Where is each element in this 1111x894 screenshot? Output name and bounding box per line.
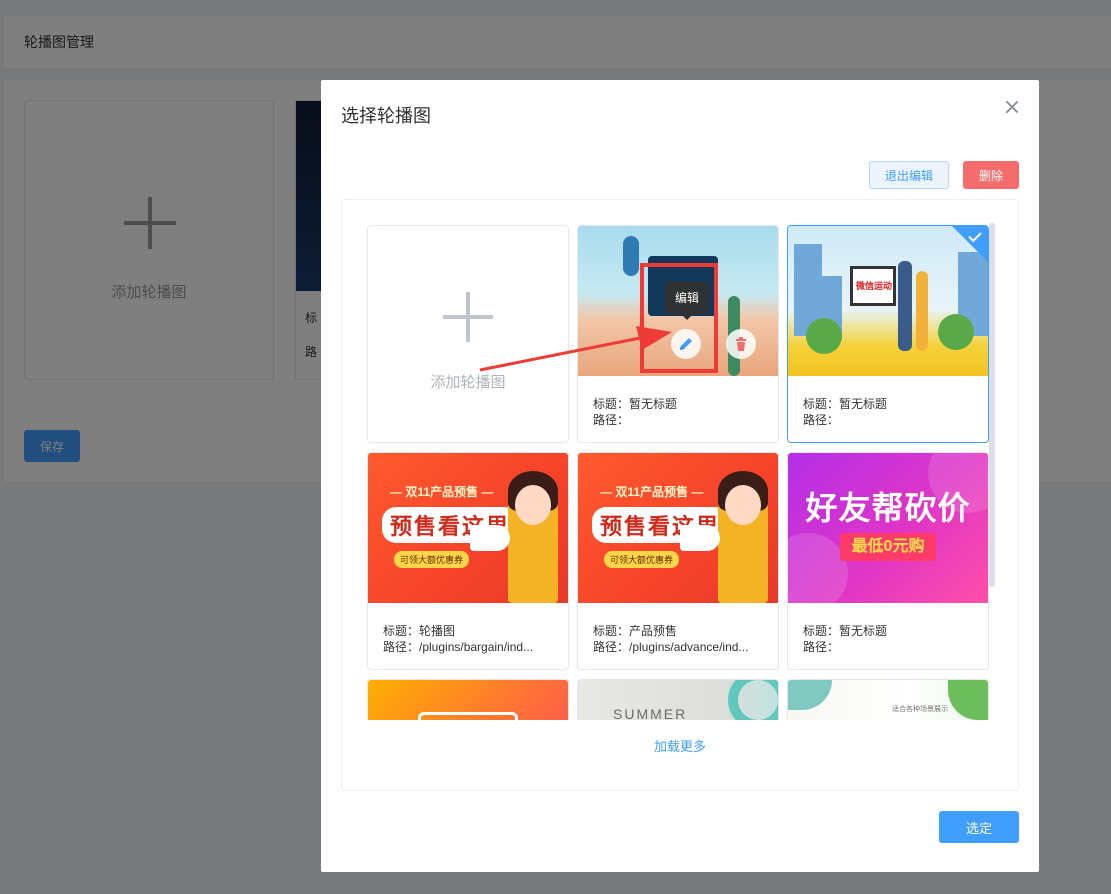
thumb-decoration: 微信运动 (850, 266, 896, 306)
banner-text: 可领大额优惠券 (394, 551, 470, 568)
banner-thumbnail: — 双11产品预售 — 预售看这里 可领大额优惠券 (368, 453, 568, 603)
banner-text: — 双11产品预售 — (600, 485, 704, 499)
banner-text: 可领大额优惠券 (604, 551, 680, 568)
thumb-decoration (680, 525, 720, 551)
banner-card[interactable] (367, 679, 569, 720)
banner-path: 路径： (803, 413, 840, 427)
banner-card[interactable]: SUMMER (577, 679, 779, 720)
thumb-decoration (470, 525, 510, 551)
thumb-decoration (515, 485, 551, 525)
trash-icon (736, 337, 746, 351)
banner-title: 标题：产品预售 (593, 624, 678, 638)
banner-card[interactable]: — 双11产品预售 — 预售看这里 可领大额优惠券 标题：轮播图 路径：/plu… (367, 452, 569, 670)
thumb-decoration (938, 314, 974, 350)
banner-card[interactable]: 适合各种场景展示 (787, 679, 989, 720)
banner-thumbnail: 好友帮砍价 最低0元购 (788, 453, 988, 603)
banner-meta: 标题：轮播图 路径：/plugins/bargain/ind... (383, 623, 558, 655)
thumb-decoration (728, 680, 778, 720)
banner-card-selected[interactable]: 微信运动 标题：暂无标题 路径： (787, 225, 989, 443)
banner-meta: 标题：暂无标题 路径： (593, 396, 768, 428)
load-more-link[interactable]: 加载更多 (342, 736, 1018, 755)
selected-corner (952, 226, 988, 262)
edit-tooltip: 编辑 (665, 282, 709, 320)
banner-thumbnail: — 双11产品预售 — 预售看这里 可领大额优惠券 (578, 453, 778, 603)
banner-path: 路径：/plugins/bargain/ind... (383, 640, 534, 654)
banner-text: 最低0元购 (840, 533, 936, 561)
banner-grid: 添加轮播图 编辑 标题：暂无标题 路径： 微信运动 标题：暂无标题 路径： — … (367, 225, 992, 720)
banner-title: 标题：轮播图 (383, 624, 456, 638)
thumb-decoration (788, 680, 832, 710)
dialog-title: 选择轮播图 (341, 106, 431, 126)
banner-meta: 标题：暂无标题 路径： (803, 396, 978, 428)
thumb-decoration (725, 485, 761, 525)
banner-thumbnail: 编辑 (578, 226, 778, 376)
thumb-decoration (418, 712, 518, 720)
banner-title: 标题：暂无标题 (593, 397, 678, 411)
banner-title: 标题：暂无标题 (803, 397, 888, 411)
banner-meta: 标题：产品预售 路径：/plugins/advance/ind... (593, 623, 768, 655)
add-banner-card[interactable]: 添加轮播图 (367, 225, 569, 443)
delete-card-button[interactable] (726, 329, 756, 359)
edit-button[interactable] (671, 329, 701, 359)
scrollbar-thumb[interactable] (989, 223, 995, 587)
thumb-decoration (806, 318, 842, 354)
banner-list-box: 添加轮播图 编辑 标题：暂无标题 路径： 微信运动 标题：暂无标题 路径： — … (341, 199, 1019, 791)
exit-edit-button[interactable]: 退出编辑 (869, 161, 949, 189)
plus-icon (443, 292, 493, 342)
thumb-decoration (916, 271, 928, 351)
delete-button[interactable]: 删除 (963, 161, 1019, 189)
banner-title: 标题：暂无标题 (803, 624, 888, 638)
banner-thumbnail (368, 680, 568, 720)
banner-path: 路径：/plugins/advance/ind... (593, 640, 749, 654)
thumb-decoration (788, 533, 848, 603)
banner-path: 路径： (593, 413, 630, 427)
edit-pencil-icon (680, 338, 692, 350)
banner-card[interactable]: 编辑 标题：暂无标题 路径： (577, 225, 779, 443)
confirm-button[interactable]: 选定 (939, 811, 1019, 843)
thumb-decoration (948, 680, 988, 720)
close-icon[interactable] (1005, 100, 1019, 114)
banner-thumbnail: 微信运动 (788, 226, 988, 376)
banner-meta: 标题：暂无标题 路径： (803, 623, 978, 655)
banner-text: 好友帮砍价 (805, 490, 971, 526)
banner-path: 路径： (803, 640, 840, 654)
add-banner-label: 添加轮播图 (430, 374, 506, 391)
thumb-decoration (898, 261, 912, 351)
select-banner-dialog: 选择轮播图 退出编辑 删除 添加轮播图 编辑 标题：暂无标题 路径： 微信运动 … (321, 80, 1039, 872)
banner-card[interactable]: — 双11产品预售 — 预售看这里 可领大额优惠券 标题：产品预售 路径：/pl… (577, 452, 779, 670)
banner-thumbnail: 适合各种场景展示 (788, 680, 988, 720)
banner-thumbnail: SUMMER (578, 680, 778, 720)
banner-text: — 双11产品预售 — (390, 485, 494, 499)
banner-text: 微信运动 (856, 281, 893, 291)
banner-card[interactable]: 好友帮砍价 最低0元购 标题：暂无标题 路径： (787, 452, 989, 670)
thumb-decoration (623, 236, 639, 276)
banner-text: 适合各种场景展示 (892, 706, 948, 713)
banner-text: SUMMER (613, 706, 688, 720)
